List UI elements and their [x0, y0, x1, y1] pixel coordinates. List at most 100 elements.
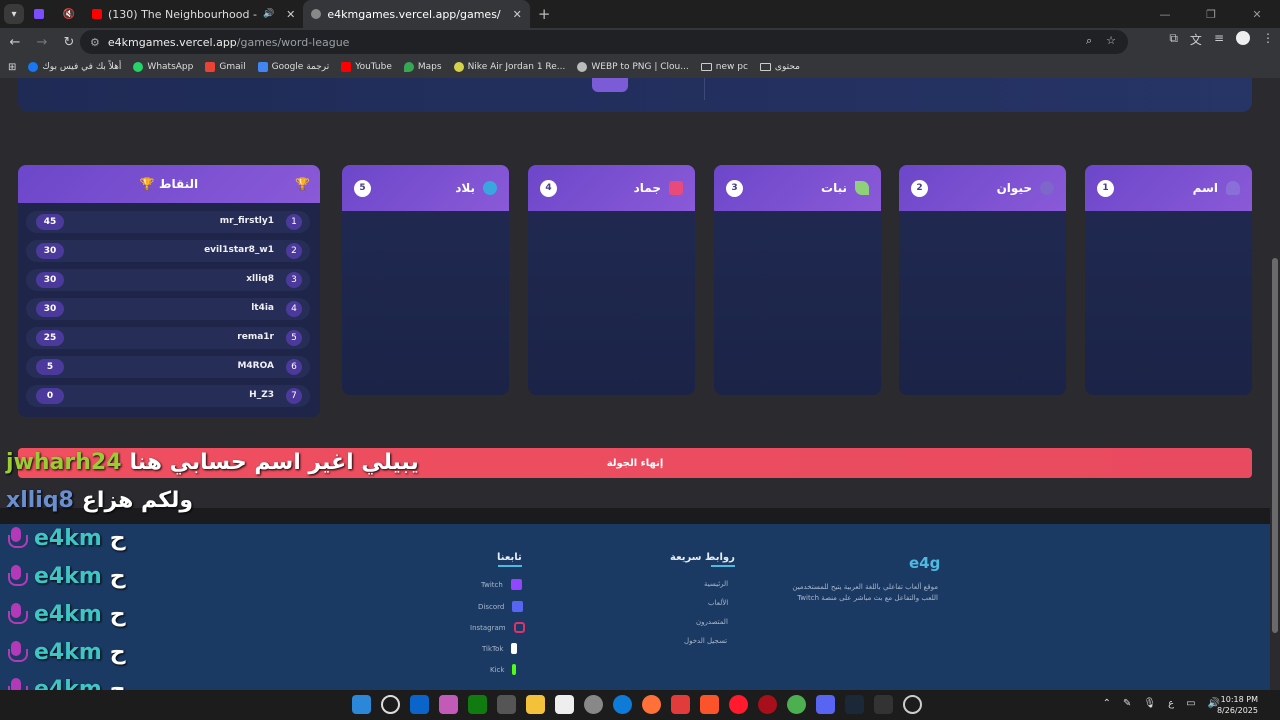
- apps-icon[interactable]: ⊞: [8, 62, 16, 73]
- xbox-icon[interactable]: [468, 695, 487, 714]
- url-host: e4kmgames.vercel.app: [107, 35, 237, 49]
- footer-brand[interactable]: e4g: [909, 554, 940, 572]
- scrollbar-thumb[interactable]: [1272, 258, 1278, 633]
- footer-link-login[interactable]: تسجيل الدخول: [684, 637, 727, 645]
- window-controls: — ❐ ✕: [1142, 0, 1280, 28]
- outlook-icon[interactable]: [410, 695, 429, 714]
- profile-avatar[interactable]: [1236, 31, 1250, 45]
- minimize-button[interactable]: —: [1142, 0, 1188, 28]
- social-twitch[interactable]: Twitch: [481, 579, 522, 590]
- close-tab-icon[interactable]: ✕: [513, 8, 522, 21]
- bookmark-star-icon[interactable]: ☆: [1106, 34, 1116, 48]
- extensions-icon[interactable]: ⧉: [1169, 31, 1178, 48]
- edge-icon[interactable]: [613, 695, 632, 714]
- bookmark-nike[interactable]: Nike Air Jordan 1 Re...: [453, 62, 566, 72]
- pinned-tab-muted[interactable]: 🔇: [54, 0, 84, 28]
- taskbar-clock[interactable]: 10:18 PM 8/26/2025: [1217, 694, 1258, 716]
- app-icon[interactable]: [584, 695, 603, 714]
- social-kick[interactable]: Kick: [490, 664, 517, 675]
- social-discord[interactable]: Discord: [478, 601, 524, 612]
- category-label: نبات: [821, 181, 847, 195]
- search-icon[interactable]: [381, 695, 400, 714]
- site-icon: [311, 9, 322, 19]
- nike-icon: [453, 62, 464, 72]
- site-footer: e4g موقع ألعاب تفاعلي باللغة العربية يتي…: [0, 524, 1270, 690]
- score-rank: 3: [286, 272, 302, 288]
- maximize-button[interactable]: ❐: [1188, 0, 1234, 28]
- discord-icon[interactable]: [816, 695, 835, 714]
- obs-icon[interactable]: [903, 695, 922, 714]
- bookmark-folder-content[interactable]: محتوى: [759, 62, 800, 72]
- menu-icon[interactable]: ⋮: [1262, 31, 1274, 48]
- footer-link-home[interactable]: الرئيسية: [704, 580, 728, 588]
- close-window-button[interactable]: ✕: [1234, 0, 1280, 28]
- zoom-icon[interactable]: ⌕: [1086, 34, 1092, 48]
- brave-icon[interactable]: [700, 695, 719, 714]
- footer-link-leaderboard[interactable]: المتصدرون: [696, 618, 728, 626]
- network-icon[interactable]: ▭: [1186, 698, 1195, 709]
- opera-icon[interactable]: [729, 695, 748, 714]
- mic-tray-icon[interactable]: 🎙: [1143, 698, 1156, 709]
- social-instagram[interactable]: Instagram: [470, 622, 525, 633]
- bookmark-folder-new-pc[interactable]: new pc: [700, 62, 748, 72]
- category-label: حيوان: [996, 181, 1032, 195]
- bookmark-label: Nike Air Jordan 1 Re...: [467, 62, 566, 72]
- language-indicator[interactable]: ع: [1168, 698, 1174, 709]
- bookmark-maps[interactable]: Maps: [403, 62, 442, 72]
- chat-message: jwharh24 يبيلي اغير اسم حسابي هنا: [6, 450, 419, 475]
- chat-username: e4km: [34, 564, 102, 589]
- start-icon[interactable]: [352, 695, 371, 714]
- chat-message: e4km ح: [6, 640, 126, 665]
- store-icon[interactable]: [497, 695, 516, 714]
- opera-gx-icon[interactable]: [758, 695, 777, 714]
- tab-search-button[interactable]: ▾: [4, 4, 24, 24]
- score-player: mr_firstly1: [219, 216, 274, 226]
- tray-overflow-icon[interactable]: ⌃: [1103, 698, 1111, 709]
- forward-button[interactable]: →: [30, 30, 54, 54]
- bookmark-facebook[interactable]: أهلاً بك في فيس بوك: [28, 62, 121, 72]
- score-rank: 2: [286, 243, 302, 259]
- tab-e4kmgames[interactable]: e4kmgames.vercel.app/games/ ✕: [303, 0, 530, 28]
- folder-icon: [759, 63, 771, 71]
- bookmark-label: WhatsApp: [147, 62, 194, 72]
- site-info-icon[interactable]: ⚙: [90, 36, 100, 49]
- firefox-icon[interactable]: [642, 695, 661, 714]
- pinned-tab[interactable]: [24, 0, 54, 28]
- bookmark-whatsapp[interactable]: WhatsApp: [133, 62, 193, 72]
- new-tab-button[interactable]: +: [538, 5, 551, 23]
- category-title: جماد: [634, 181, 683, 195]
- end-round-label: إنهاء الجولة: [606, 457, 664, 469]
- facebook-icon: [28, 62, 39, 72]
- translate-icon[interactable]: 文: [1190, 31, 1202, 48]
- page-scrollbar[interactable]: [1270, 78, 1280, 690]
- media-icon[interactable]: ≡: [1214, 31, 1224, 48]
- chat-text: ح: [109, 677, 126, 690]
- bookmark-webp[interactable]: WEBP to PNG | Clou...: [577, 62, 689, 72]
- reload-button[interactable]: ↻: [57, 30, 81, 54]
- epic-games-icon[interactable]: [874, 695, 893, 714]
- browser-tab-bar: ▾ 🔇 (130) The Neighbourhood - 🔊 ✕ e4kmga…: [0, 0, 1280, 28]
- bookmark-translate[interactable]: Google ترجمة: [257, 62, 329, 72]
- bookmark-gmail[interactable]: Gmail: [205, 62, 246, 72]
- copilot-icon[interactable]: [439, 695, 458, 714]
- address-bar[interactable]: ⚙ e4kmgames.vercel.app/games/word-league…: [80, 30, 1128, 54]
- tab-youtube[interactable]: (130) The Neighbourhood - 🔊 ✕: [84, 0, 303, 28]
- score-points: 5: [36, 359, 64, 375]
- pen-icon[interactable]: ✎: [1123, 698, 1131, 709]
- bookmark-youtube[interactable]: YouTube: [341, 62, 392, 72]
- vivaldi-icon[interactable]: [671, 695, 690, 714]
- score-row: 25 rema1r 5: [26, 327, 310, 349]
- category-title: اسم: [1193, 181, 1240, 195]
- top-panel-button[interactable]: [592, 78, 628, 92]
- capcut-icon[interactable]: [555, 695, 574, 714]
- chrome-icon[interactable]: [787, 695, 806, 714]
- social-tiktok[interactable]: TikTok: [482, 643, 518, 654]
- score-rank: 4: [286, 301, 302, 317]
- close-tab-icon[interactable]: ✕: [286, 8, 295, 21]
- steam-icon[interactable]: [845, 695, 864, 714]
- back-button[interactable]: ←: [3, 30, 27, 54]
- footer-link-games[interactable]: الألعاب: [708, 599, 728, 607]
- explorer-icon[interactable]: [526, 695, 545, 714]
- chat-message: e4km ح: [6, 677, 126, 690]
- divider: [704, 78, 705, 100]
